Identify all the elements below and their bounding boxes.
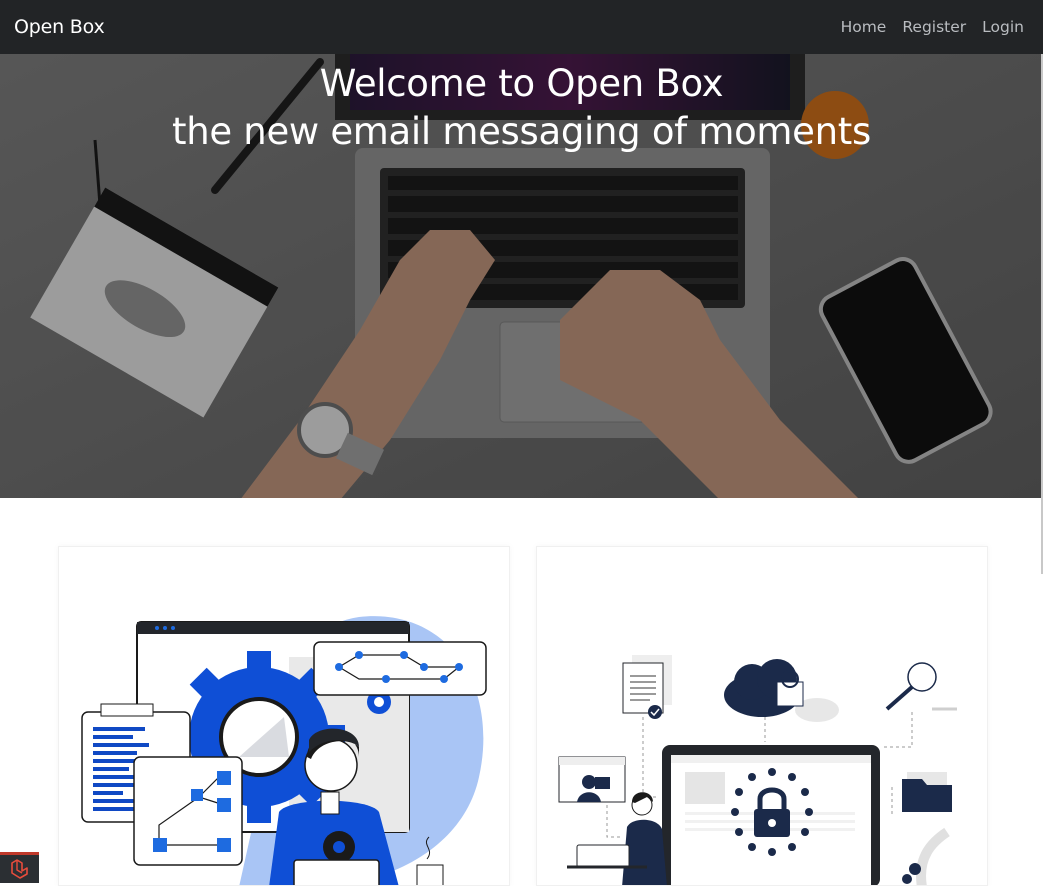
- hero-title-line1: Welcome to Open Box: [0, 60, 1043, 108]
- nav-login-link[interactable]: Login: [982, 18, 1024, 36]
- workflow-developer-illustration: [59, 547, 510, 886]
- nav-home-link[interactable]: Home: [841, 18, 887, 36]
- feature-card-workflow: [58, 546, 510, 886]
- feature-cards: [58, 546, 988, 883]
- laravel-icon[interactable]: [0, 852, 39, 883]
- nav-links: Home Register Login: [841, 18, 1024, 36]
- data-security-illustration: [537, 547, 988, 886]
- hero-banner: Welcome to Open Box the new email messag…: [0, 54, 1043, 498]
- hero-title: Welcome to Open Box the new email messag…: [0, 60, 1043, 156]
- brand-link[interactable]: Open Box: [14, 16, 105, 38]
- navbar: Open Box Home Register Login: [0, 0, 1043, 54]
- hero-title-line2: the new email messaging of moments: [0, 108, 1043, 156]
- nav-register-link[interactable]: Register: [902, 18, 966, 36]
- laravel-logo-icon: [9, 858, 31, 880]
- feature-card-security: [536, 546, 988, 886]
